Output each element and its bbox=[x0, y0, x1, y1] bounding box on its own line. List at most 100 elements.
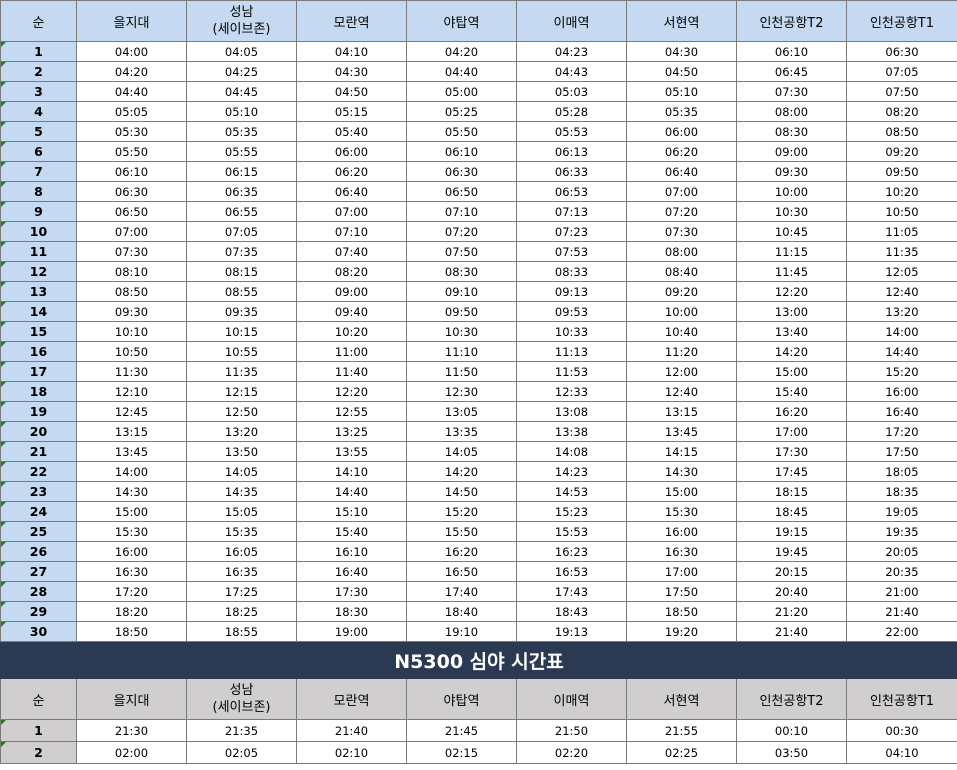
time-cell: 04:40 bbox=[406, 61, 517, 82]
time-cell: 13:45 bbox=[76, 441, 187, 462]
time-cell: 20:35 bbox=[846, 561, 957, 582]
time-cell: 10:55 bbox=[186, 341, 297, 362]
time-cell: 10:45 bbox=[736, 221, 847, 242]
table-row: 15 10:10 10:15 10:20 10:30 10:33 10:40 13:40 14:… bbox=[0, 321, 957, 342]
time-cell: 06:10 bbox=[736, 41, 847, 62]
time-cell: 13:20 bbox=[846, 301, 957, 322]
row-number: 24 bbox=[0, 501, 77, 522]
time-cell: 14:53 bbox=[516, 481, 627, 502]
time-cell: 17:00 bbox=[626, 561, 737, 582]
time-cell: 16:00 bbox=[76, 541, 187, 562]
table-row: 13 08:50 08:55 09:00 09:10 09:13 09:20 12:20 12:… bbox=[0, 281, 957, 302]
time-cell: 06:10 bbox=[76, 161, 187, 182]
time-cell: 18:25 bbox=[186, 601, 297, 622]
time-cell: 07:05 bbox=[186, 221, 297, 242]
time-cell: 10:50 bbox=[846, 201, 957, 222]
time-cell: 02:10 bbox=[296, 741, 407, 764]
time-cell: 05:53 bbox=[516, 121, 627, 142]
time-cell: 15:50 bbox=[406, 521, 517, 542]
time-cell: 12:45 bbox=[76, 401, 187, 422]
row-number: 27 bbox=[0, 561, 77, 582]
time-cell: 04:30 bbox=[626, 41, 737, 62]
time-cell: 10:30 bbox=[406, 321, 517, 342]
table-row: 20 13:15 13:20 13:25 13:35 13:38 13:45 17:00 17:… bbox=[0, 421, 957, 442]
time-cell: 19:10 bbox=[406, 621, 517, 642]
time-cell: 03:50 bbox=[736, 741, 847, 764]
time-cell: 05:00 bbox=[406, 81, 517, 102]
table-row: 12 08:10 08:15 08:20 08:30 08:33 08:40 11:45 12:… bbox=[0, 261, 957, 282]
time-cell: 08:10 bbox=[76, 261, 187, 282]
time-cell: 18:35 bbox=[846, 481, 957, 502]
time-cell: 07:20 bbox=[626, 201, 737, 222]
time-cell: 17:25 bbox=[186, 581, 297, 602]
time-cell: 06:55 bbox=[186, 201, 297, 222]
row-number: 29 bbox=[0, 601, 77, 622]
column-header: 이매역 bbox=[516, 678, 627, 720]
column-header: 인천공항T2 bbox=[736, 0, 847, 42]
time-cell: 05:28 bbox=[516, 101, 627, 122]
time-cell: 06:30 bbox=[406, 161, 517, 182]
time-cell: 16:20 bbox=[406, 541, 517, 562]
time-cell: 12:15 bbox=[186, 381, 297, 402]
time-cell: 12:20 bbox=[296, 381, 407, 402]
time-cell: 14:20 bbox=[736, 341, 847, 362]
time-cell: 14:00 bbox=[846, 321, 957, 342]
time-cell: 13:05 bbox=[406, 401, 517, 422]
time-cell: 13:50 bbox=[186, 441, 297, 462]
time-cell: 09:30 bbox=[76, 301, 187, 322]
time-cell: 14:35 bbox=[186, 481, 297, 502]
time-cell: 21:45 bbox=[406, 719, 517, 742]
time-cell: 16:50 bbox=[406, 561, 517, 582]
time-cell: 14:00 bbox=[76, 461, 187, 482]
time-cell: 06:33 bbox=[516, 161, 627, 182]
time-cell: 17:30 bbox=[736, 441, 847, 462]
time-cell: 10:10 bbox=[76, 321, 187, 342]
time-cell: 10:40 bbox=[626, 321, 737, 342]
time-cell: 08:15 bbox=[186, 261, 297, 282]
row-number: 14 bbox=[0, 301, 77, 322]
time-cell: 19:13 bbox=[516, 621, 627, 642]
time-cell: 15:40 bbox=[736, 381, 847, 402]
time-cell: 05:50 bbox=[406, 121, 517, 142]
row-number: 11 bbox=[0, 241, 77, 262]
row-number: 4 bbox=[0, 101, 77, 122]
time-cell: 15:00 bbox=[76, 501, 187, 522]
time-cell: 13:15 bbox=[76, 421, 187, 442]
time-cell: 05:30 bbox=[76, 121, 187, 142]
time-cell: 04:25 bbox=[186, 61, 297, 82]
column-header: 모란역 bbox=[296, 0, 407, 42]
time-cell: 02:00 bbox=[76, 741, 187, 764]
time-cell: 21:40 bbox=[846, 601, 957, 622]
time-cell: 05:40 bbox=[296, 121, 407, 142]
time-cell: 10:00 bbox=[626, 301, 737, 322]
time-cell: 18:20 bbox=[76, 601, 187, 622]
time-cell: 17:45 bbox=[736, 461, 847, 482]
time-cell: 11:35 bbox=[186, 361, 297, 382]
time-cell: 09:30 bbox=[736, 161, 847, 182]
time-cell: 15:53 bbox=[516, 521, 627, 542]
time-cell: 18:50 bbox=[626, 601, 737, 622]
time-cell: 15:35 bbox=[186, 521, 297, 542]
table-row: 19 12:45 12:50 12:55 13:05 13:08 13:15 16:20 16:… bbox=[0, 401, 957, 422]
time-cell: 11:20 bbox=[626, 341, 737, 362]
time-cell: 15:20 bbox=[846, 361, 957, 382]
time-cell: 06:50 bbox=[76, 201, 187, 222]
time-cell: 07:50 bbox=[406, 241, 517, 262]
time-cell: 04:45 bbox=[186, 81, 297, 102]
column-header: 이매역 bbox=[516, 0, 627, 42]
time-cell: 06:35 bbox=[186, 181, 297, 202]
time-cell: 20:05 bbox=[846, 541, 957, 562]
time-cell: 13:20 bbox=[186, 421, 297, 442]
row-number: 13 bbox=[0, 281, 77, 302]
time-cell: 15:00 bbox=[626, 481, 737, 502]
column-header: 모란역 bbox=[296, 678, 407, 720]
time-cell: 16:10 bbox=[296, 541, 407, 562]
time-cell: 19:20 bbox=[626, 621, 737, 642]
time-cell: 21:20 bbox=[736, 601, 847, 622]
row-number: 20 bbox=[0, 421, 77, 442]
table-row: 24 15:00 15:05 15:10 15:20 15:23 15:30 18:45 19:… bbox=[0, 501, 957, 522]
time-cell: 04:30 bbox=[296, 61, 407, 82]
row-number: 2 bbox=[0, 61, 77, 82]
time-cell: 13:08 bbox=[516, 401, 627, 422]
time-cell: 13:35 bbox=[406, 421, 517, 442]
